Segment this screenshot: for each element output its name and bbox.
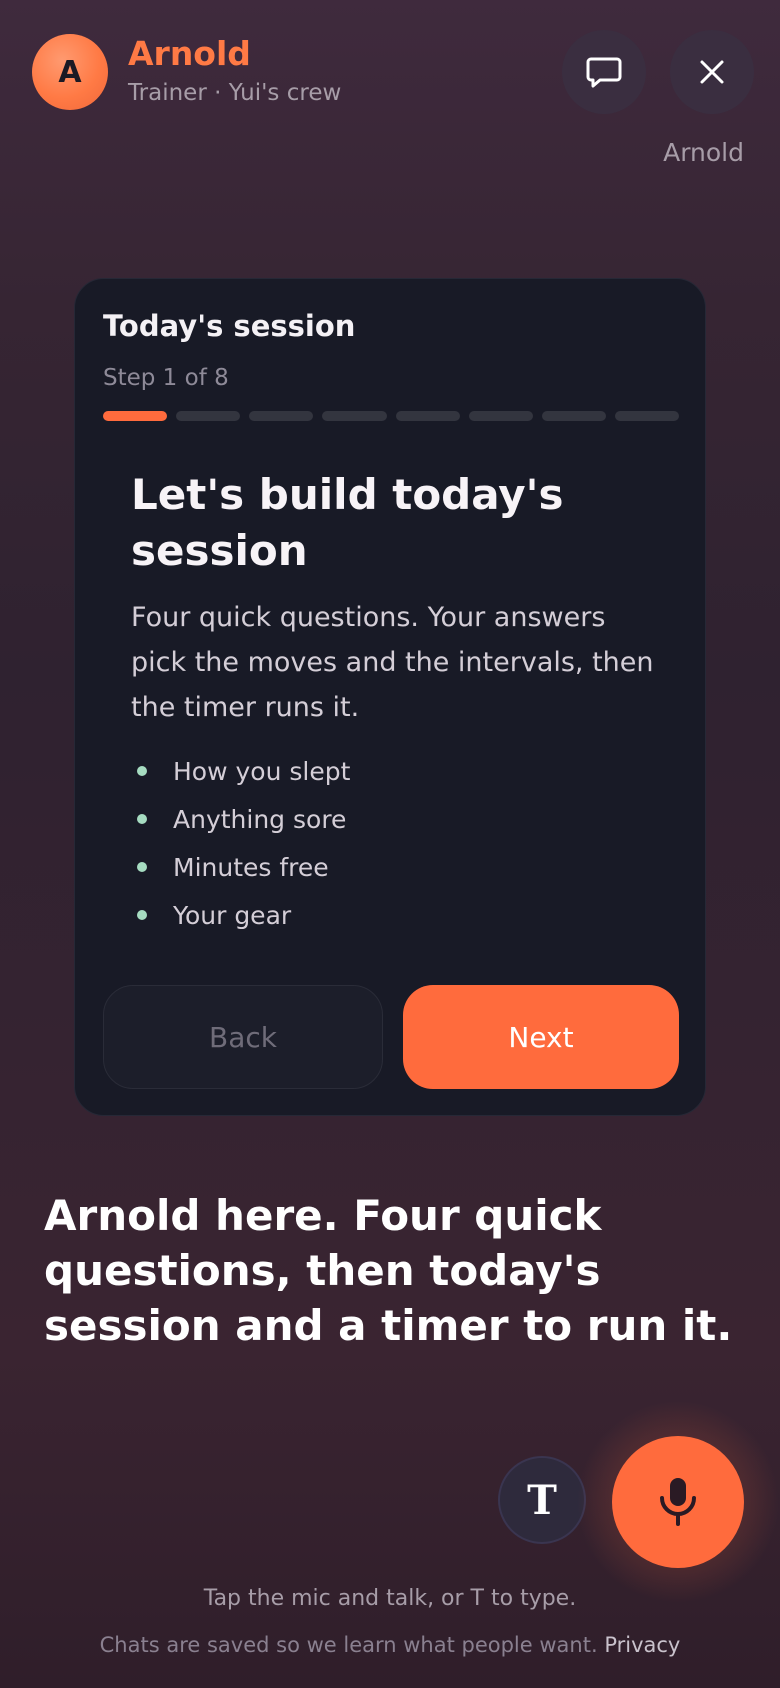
progress-segment (541, 411, 606, 421)
card-description: Four quick questions. Your answers pick … (131, 602, 654, 723)
progress-segment (176, 411, 241, 421)
question-list: How you slept Anything sore Minutes free… (131, 747, 350, 939)
progress-segment (103, 411, 168, 421)
close-caption: Arnold (663, 138, 744, 167)
chat-button[interactable] (562, 30, 646, 114)
close-icon (700, 60, 724, 84)
progress-segment (322, 411, 387, 421)
list-item-label: Minutes free (173, 852, 329, 882)
avatar: A (32, 34, 108, 110)
back-button[interactable]: Back (103, 985, 383, 1089)
type-button[interactable]: T (498, 1456, 586, 1544)
list-item: Anything sore (131, 795, 350, 843)
privacy-link[interactable]: Privacy (604, 1633, 680, 1657)
step-indicator: Step 1 of 8 (103, 365, 229, 391)
list-item-label: How you slept (173, 756, 351, 786)
card-headline: Let's build today's session (131, 470, 564, 575)
progress-segment (468, 411, 533, 421)
session-card: Today's session Step 1 of 8 Let's build … (74, 278, 706, 1116)
card-title: Today's session (103, 309, 356, 343)
trainer-speech: Arnold here. Four quick questions, then … (44, 1191, 733, 1350)
header: A Arnold Trainer · Yui's crew Arnold (0, 0, 780, 180)
next-button[interactable]: Next (403, 985, 679, 1089)
step-progress-bar (103, 411, 679, 421)
bullet-dot-icon (137, 766, 147, 776)
footer-notice: Chats are saved so we learn what people … (0, 1633, 780, 1657)
list-item-label: Anything sore (173, 804, 347, 834)
chat-bubble-icon (586, 57, 622, 88)
list-item: How you slept (131, 747, 350, 795)
list-item: Your gear (131, 891, 350, 939)
bullet-dot-icon (137, 814, 147, 824)
input-hint: Tap the mic and talk, or T to type. (203, 1586, 577, 1611)
list-item-label: Your gear (173, 900, 292, 930)
list-item: Minutes free (131, 843, 350, 891)
progress-segment (614, 411, 679, 421)
footer-text: Chats are saved so we learn what people … (99, 1633, 598, 1657)
microphone-icon (660, 1478, 696, 1526)
progress-segment (249, 411, 314, 421)
progress-segment (395, 411, 460, 421)
bullet-dot-icon (137, 910, 147, 920)
trainer-subtitle: Trainer · Yui's crew (128, 80, 342, 106)
mic-button[interactable] (612, 1436, 744, 1568)
bullet-dot-icon (137, 862, 147, 872)
avatar-initial: A (58, 54, 82, 90)
close-button[interactable] (670, 30, 754, 114)
trainer-name: Arnold (128, 34, 251, 73)
